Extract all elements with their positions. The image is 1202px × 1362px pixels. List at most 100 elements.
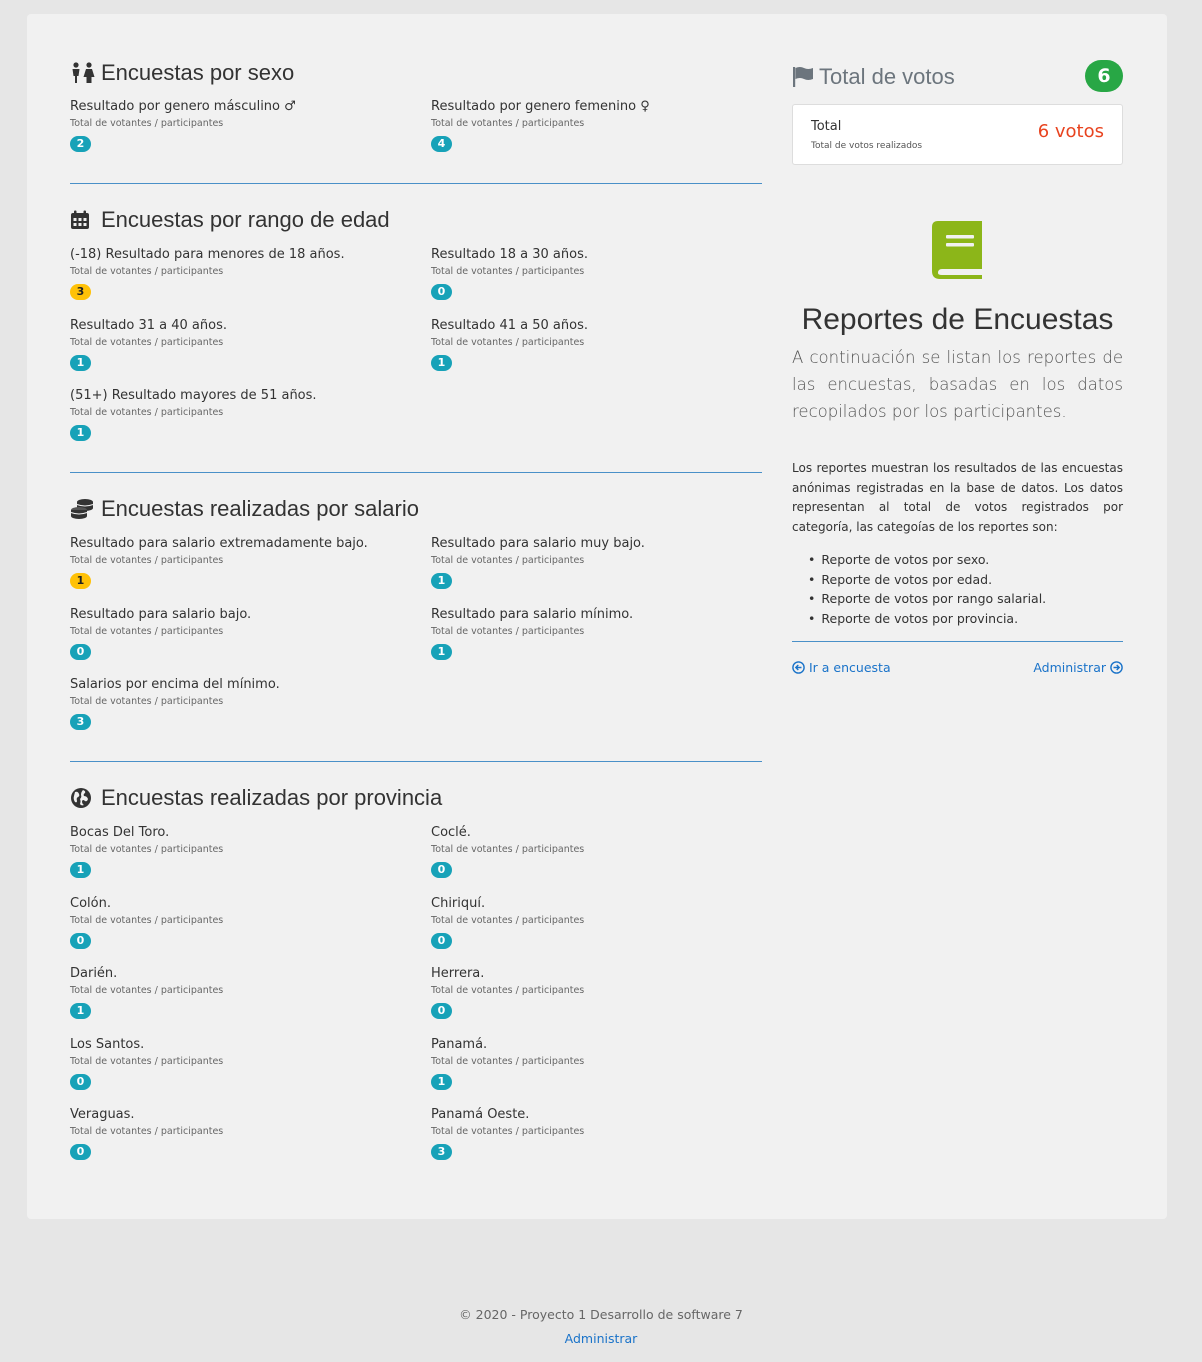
- result-label: Salarios por encima del mínimo.: [70, 677, 280, 692]
- result-item: Resultado 41 a 50 años. Total de votante…: [431, 317, 761, 371]
- flag-icon: [792, 66, 814, 88]
- admin-link[interactable]: Administrar: [1033, 660, 1123, 675]
- result-badge: 0: [431, 862, 452, 878]
- total-votes-box: Total Total de votos realizados 6 votos: [792, 104, 1123, 165]
- result-sub: Total de votantes / participantes: [70, 1056, 224, 1067]
- book-icon: [932, 221, 984, 283]
- result-badge: 2: [70, 136, 91, 152]
- result-item: Colón. Total de votantes / participantes…: [70, 895, 400, 949]
- divider: [70, 472, 762, 473]
- result-sub: Total de votantes / participantes: [70, 337, 224, 348]
- result-badge: 1: [431, 355, 452, 371]
- result-label: Resultado para salario muy bajo.: [431, 536, 645, 551]
- result-label: Los Santos.: [70, 1037, 145, 1052]
- result-badge: 1: [70, 573, 91, 589]
- section-title-provincia: Encuestas realizadas por provincia: [70, 783, 762, 813]
- section-provincia: Encuestas realizadas por provincia Bocas…: [70, 783, 762, 1160]
- result-item: Resultado para salario muy bajo. Total d…: [431, 535, 761, 589]
- female-icon: ♀: [640, 99, 650, 114]
- result-badge: 1: [431, 1074, 452, 1090]
- result-sub: Total de votantes / participantes: [431, 626, 585, 637]
- reports-list: Reporte de votos por sexo. Reporte de vo…: [820, 550, 1120, 629]
- total-label: Total: [811, 119, 842, 134]
- result-badge: 1: [70, 425, 91, 441]
- divider: [792, 641, 1123, 642]
- result-sub: Total de votantes / participantes: [70, 626, 224, 637]
- result-badge: 1: [70, 355, 91, 371]
- list-item: Reporte de votos por sexo.: [820, 550, 1120, 570]
- result-sub: Total de votantes / participantes: [431, 1126, 585, 1137]
- result-sub: Total de votantes / participantes: [431, 337, 585, 348]
- result-item: Resultado para salario extremadamente ba…: [70, 535, 400, 589]
- result-label: Resultado 41 a 50 años.: [431, 318, 588, 333]
- list-item: Reporte de votos por edad.: [820, 570, 1120, 590]
- result-label: Resultado por genero másculino ♂: [70, 98, 400, 116]
- arrow-left-circle-icon: [792, 661, 805, 674]
- result-sub: Total de votantes / participantes: [431, 118, 585, 129]
- result-badge: 0: [431, 1003, 452, 1019]
- result-label: Resultado por genero femenino ♀: [431, 98, 761, 116]
- main-card: Encuestas por sexo Resultado por genero …: [27, 14, 1167, 1219]
- calendar-icon: [70, 208, 96, 232]
- result-badge: 3: [70, 284, 91, 300]
- result-item: Bocas Del Toro. Total de votantes / part…: [70, 824, 400, 878]
- section-title-text: Encuestas por sexo: [101, 60, 295, 85]
- result-item: Coclé. Total de votantes / participantes…: [431, 824, 761, 878]
- result-sub: Total de votantes / participantes: [70, 555, 224, 566]
- result-badge: 3: [431, 1144, 452, 1160]
- result-item: Veraguas. Total de votantes / participan…: [70, 1106, 400, 1160]
- result-sub: Total de votantes / participantes: [70, 407, 224, 418]
- total-sub: Total de votos realizados: [811, 141, 923, 151]
- result-item: Resultado por genero femenino ♀ Total de…: [431, 98, 761, 152]
- result-label: Bocas Del Toro.: [70, 825, 170, 840]
- result-badge: 1: [431, 644, 452, 660]
- result-sub: Total de votantes / participantes: [70, 915, 224, 926]
- result-sub: Total de votantes / participantes: [431, 266, 585, 277]
- result-badge: 0: [431, 284, 452, 300]
- result-sub: Total de votantes / participantes: [431, 555, 585, 566]
- section-sexo: Encuestas por sexo Resultado por genero …: [70, 58, 762, 152]
- footer-admin-link-wrap: Administrar: [0, 1331, 1202, 1346]
- section-title-text: Encuestas realizadas por salario: [101, 496, 419, 521]
- result-badge: 1: [70, 862, 91, 878]
- section-title-salario: Encuestas realizadas por salario: [70, 494, 762, 524]
- result-item: Panamá Oeste. Total de votantes / partic…: [431, 1106, 761, 1160]
- section-title-edad: Encuestas por rango de edad: [70, 205, 762, 235]
- result-item: (51+) Resultado mayores de 51 años. Tota…: [70, 387, 400, 441]
- result-sub: Total de votantes / participantes: [431, 1056, 585, 1067]
- result-sub: Total de votantes / participantes: [431, 985, 585, 996]
- male-icon: ♂: [284, 99, 296, 114]
- result-item: Resultado 18 a 30 años. Total de votante…: [431, 246, 761, 300]
- result-item: Los Santos. Total de votantes / particip…: [70, 1036, 400, 1090]
- result-sub: Total de votantes / participantes: [70, 696, 224, 707]
- result-label: Chiriquí.: [431, 896, 486, 911]
- result-item: Resultado para salario mínimo. Total de …: [431, 606, 761, 660]
- globe-icon: [70, 786, 96, 810]
- admin-link-text: Administrar: [1033, 660, 1106, 675]
- result-badge: 0: [70, 644, 91, 660]
- divider: [70, 183, 762, 184]
- result-sub: Total de votantes / participantes: [431, 915, 585, 926]
- result-badge: 0: [70, 1074, 91, 1090]
- total-votes-header: Total de votos 6: [792, 60, 1123, 94]
- restroom-icon: [70, 61, 96, 85]
- go-survey-link[interactable]: Ir a encuesta: [792, 660, 891, 675]
- total-votes-title-text: Total de votos: [819, 64, 955, 89]
- total-votes-title: Total de votos: [792, 64, 955, 90]
- result-item: (-18) Resultado para menores de 18 años.…: [70, 246, 400, 300]
- result-badge: 0: [70, 933, 91, 949]
- result-item: Darién. Total de votantes / participante…: [70, 965, 400, 1019]
- result-label: (51+) Resultado mayores de 51 años.: [70, 388, 317, 403]
- result-badge: 0: [70, 1144, 91, 1160]
- result-item: Resultado para salario bajo. Total de vo…: [70, 606, 400, 660]
- result-label-text: Resultado por genero másculino: [70, 99, 280, 114]
- result-label: Panamá.: [431, 1037, 488, 1052]
- reports-lead: A continuación se listan los reportes de…: [792, 348, 1123, 421]
- result-item: Resultado 31 a 40 años. Total de votante…: [70, 317, 400, 371]
- result-item: Resultado por genero másculino ♂ Total d…: [70, 98, 400, 152]
- list-item: Reporte de votos por rango salarial.: [820, 589, 1120, 609]
- result-label: Resultado 18 a 30 años.: [431, 247, 588, 262]
- footer-admin-link[interactable]: Administrar: [565, 1331, 638, 1346]
- divider: [70, 761, 762, 762]
- result-label: (-18) Resultado para menores de 18 años.: [70, 247, 345, 262]
